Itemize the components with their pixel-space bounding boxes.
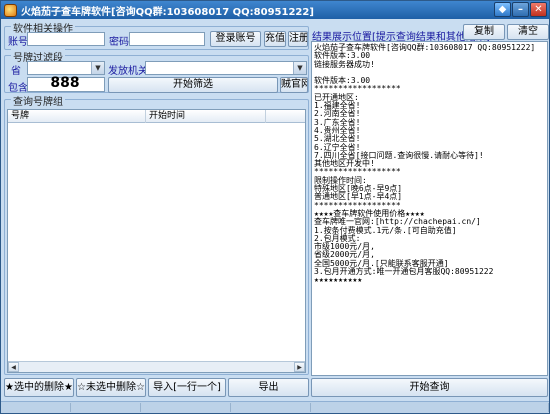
title-bar: 火焰茄子查车牌软件[咨询QQ群:103608017 QQ:80951222] ◆… [1,1,549,19]
start-filter-button[interactable]: 开始筛选 [108,77,278,93]
account-group: 软件相关操作 账号 密码 登录账号 充值 注册 [4,20,309,50]
password-label: 密码 [109,37,129,48]
include-label: 包含 [8,83,28,94]
result-line: ★★★★★★★★★★ [314,275,363,285]
plates-table[interactable]: 号牌 开始时间 ◀ ▶ [7,109,306,373]
status-cell [231,403,311,412]
status-bar [1,401,549,413]
issuer-label: 发放机关 [108,66,148,77]
login-button[interactable]: 登录账号 [210,31,261,47]
status-cell [311,403,549,412]
include-count: 888 [50,75,80,91]
minimize-icon[interactable]: – [512,2,529,17]
result-line: 链接服务器成功! [314,59,375,69]
province-select[interactable]: ▼ [27,61,105,75]
start-query-button[interactable]: 开始查询 [311,378,548,397]
export-button[interactable]: 导出 [228,378,309,397]
plates-group-label: 查询号牌组 [11,93,65,108]
horizontal-scrollbar[interactable]: ◀ ▶ [8,361,305,372]
plates-table-header: 号牌 开始时间 [8,110,305,123]
chevron-down-icon: ▼ [91,62,104,74]
window-title: 火焰茄子查车牌软件[咨询QQ群:103608017 QQ:80951222] [21,6,314,18]
plates-group: 查询号牌组 号牌 开始时间 ◀ ▶ [4,93,309,375]
scroll-right-icon[interactable]: ▶ [294,362,305,372]
eggplant-app-icon [4,3,17,17]
clear-button[interactable]: 清空 [507,24,549,40]
window-controls: ◆ – ✕ [494,2,547,17]
column-start-time[interactable]: 开始时间 [146,110,266,123]
close-icon[interactable]: ✕ [530,2,547,17]
skin-icon[interactable]: ◆ [494,2,511,17]
password-field[interactable] [129,32,205,46]
copy-button[interactable]: 复制 [463,24,505,40]
province-label: 省 [11,66,21,77]
import-button[interactable]: 导入[一行一个] [148,378,226,397]
account-field[interactable] [27,32,105,46]
app-window: 火焰茄子查车牌软件[咨询QQ群:103608017 QQ:80951222] ◆… [0,0,550,414]
status-cell [141,403,231,412]
result-textarea[interactable]: 火焰茄子查车牌软件[咨询QQ群:103608017 QQ:80951222] 软件… [311,41,548,376]
filter-group: 号牌过滤段 省 ▼ 发放机关 ▼ 包含 888 开始筛选 贼官网 [4,49,309,94]
register-button[interactable]: 注册 [288,31,308,47]
column-plate[interactable]: 号牌 [8,110,146,123]
result-text: 火焰茄子查车牌软件[咨询QQ群:103608017 QQ:80951222] 软件… [312,42,547,285]
delete-unselected-button[interactable]: ☆未选中删除☆ [76,378,146,397]
recharge-button[interactable]: 充值 [264,31,286,47]
scroll-left-icon[interactable]: ◀ [8,362,19,372]
issuer-select[interactable]: ▼ [145,61,307,75]
include-field[interactable]: 888 [27,75,105,92]
account-label: 账号 [8,37,28,48]
website-button[interactable]: 贼官网 [280,77,308,93]
chevron-down-icon: ▼ [293,62,306,74]
delete-selected-button[interactable]: ★选中的删除★ [4,378,74,397]
status-cell [71,403,141,412]
status-cell [1,403,71,412]
